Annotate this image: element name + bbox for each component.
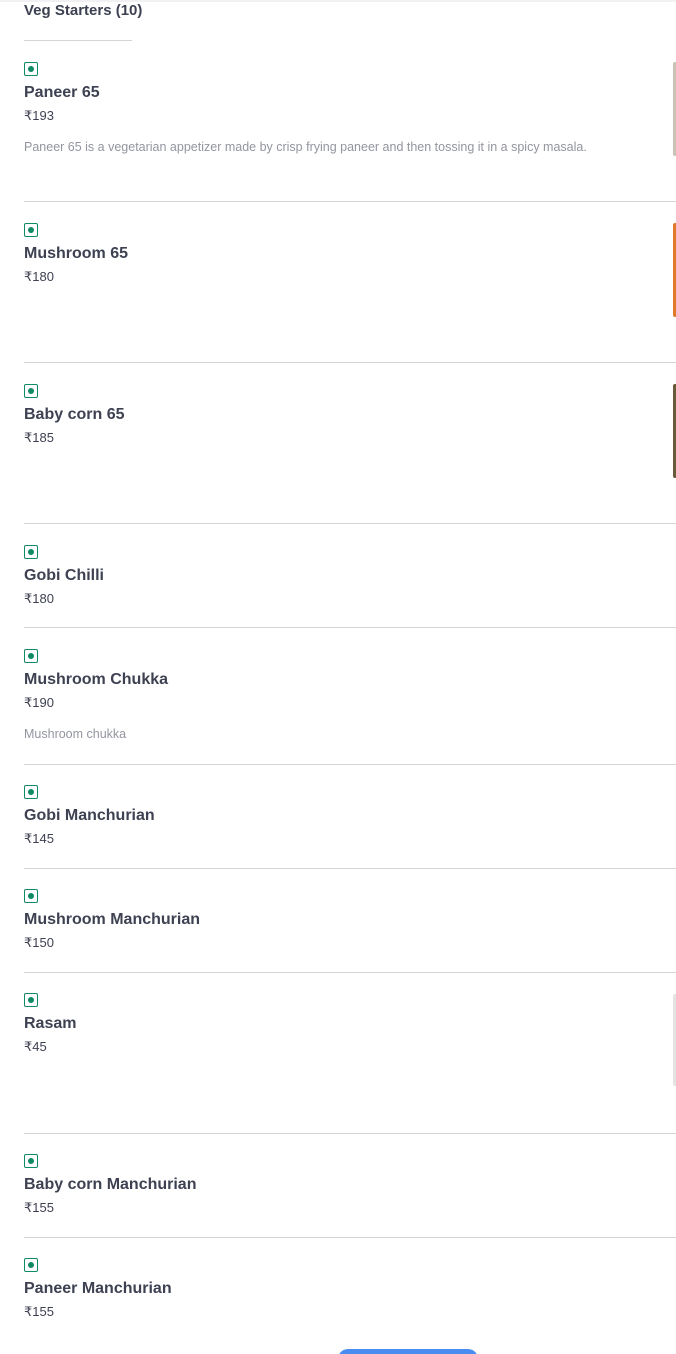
item-price: ₹185: [24, 430, 54, 445]
divider: [24, 1237, 676, 1238]
veg-icon: [24, 62, 38, 76]
item-price: ₹180: [24, 591, 54, 606]
divider: [24, 868, 676, 869]
item-name: Gobi Manchurian: [24, 807, 155, 824]
divider: [24, 764, 676, 765]
item-name: Gobi Chilli: [24, 567, 104, 584]
veg-icon: [24, 223, 38, 237]
item-price: ₹180: [24, 269, 54, 284]
item-name: Baby corn Manchurian: [24, 1176, 197, 1193]
item-description: Mushroom chukka: [24, 727, 127, 741]
item-name: Mushroom 65: [24, 245, 129, 262]
item-name: Mushroom Chukka: [24, 671, 169, 688]
divider: [24, 362, 676, 363]
section-underline: [24, 40, 132, 41]
veg-icon: [24, 1258, 38, 1272]
item-description: Paneer 65 is a vegetarian appetizer made…: [24, 140, 587, 154]
divider: [24, 201, 676, 202]
floating-menu-button[interactable]: [338, 1349, 478, 1354]
item-name: Paneer Manchurian: [24, 1280, 172, 1297]
veg-icon: [24, 889, 38, 903]
item-name: Mushroom Manchurian: [24, 911, 201, 928]
veg-icon: [24, 649, 38, 663]
item-name: Baby corn 65: [24, 406, 125, 423]
divider: [24, 523, 676, 524]
divider: [24, 627, 676, 628]
item-price: ₹45: [24, 1039, 47, 1054]
veg-icon: [24, 1154, 38, 1168]
item-price: ₹193: [24, 108, 54, 123]
item-price: ₹145: [24, 831, 54, 846]
divider: [24, 1133, 676, 1134]
veg-icon: [24, 785, 38, 799]
item-price: ₹155: [24, 1200, 54, 1215]
item-name: Paneer 65: [24, 84, 100, 101]
veg-icon: [24, 993, 38, 1007]
divider: [24, 972, 676, 973]
item-price: ₹155: [24, 1304, 54, 1319]
veg-icon: [24, 384, 38, 398]
item-price: ₹190: [24, 695, 54, 710]
item-price: ₹150: [24, 935, 54, 950]
veg-icon: [24, 545, 38, 559]
section-title: Veg Starters (10): [24, 2, 143, 19]
item-name: Rasam: [24, 1015, 77, 1032]
